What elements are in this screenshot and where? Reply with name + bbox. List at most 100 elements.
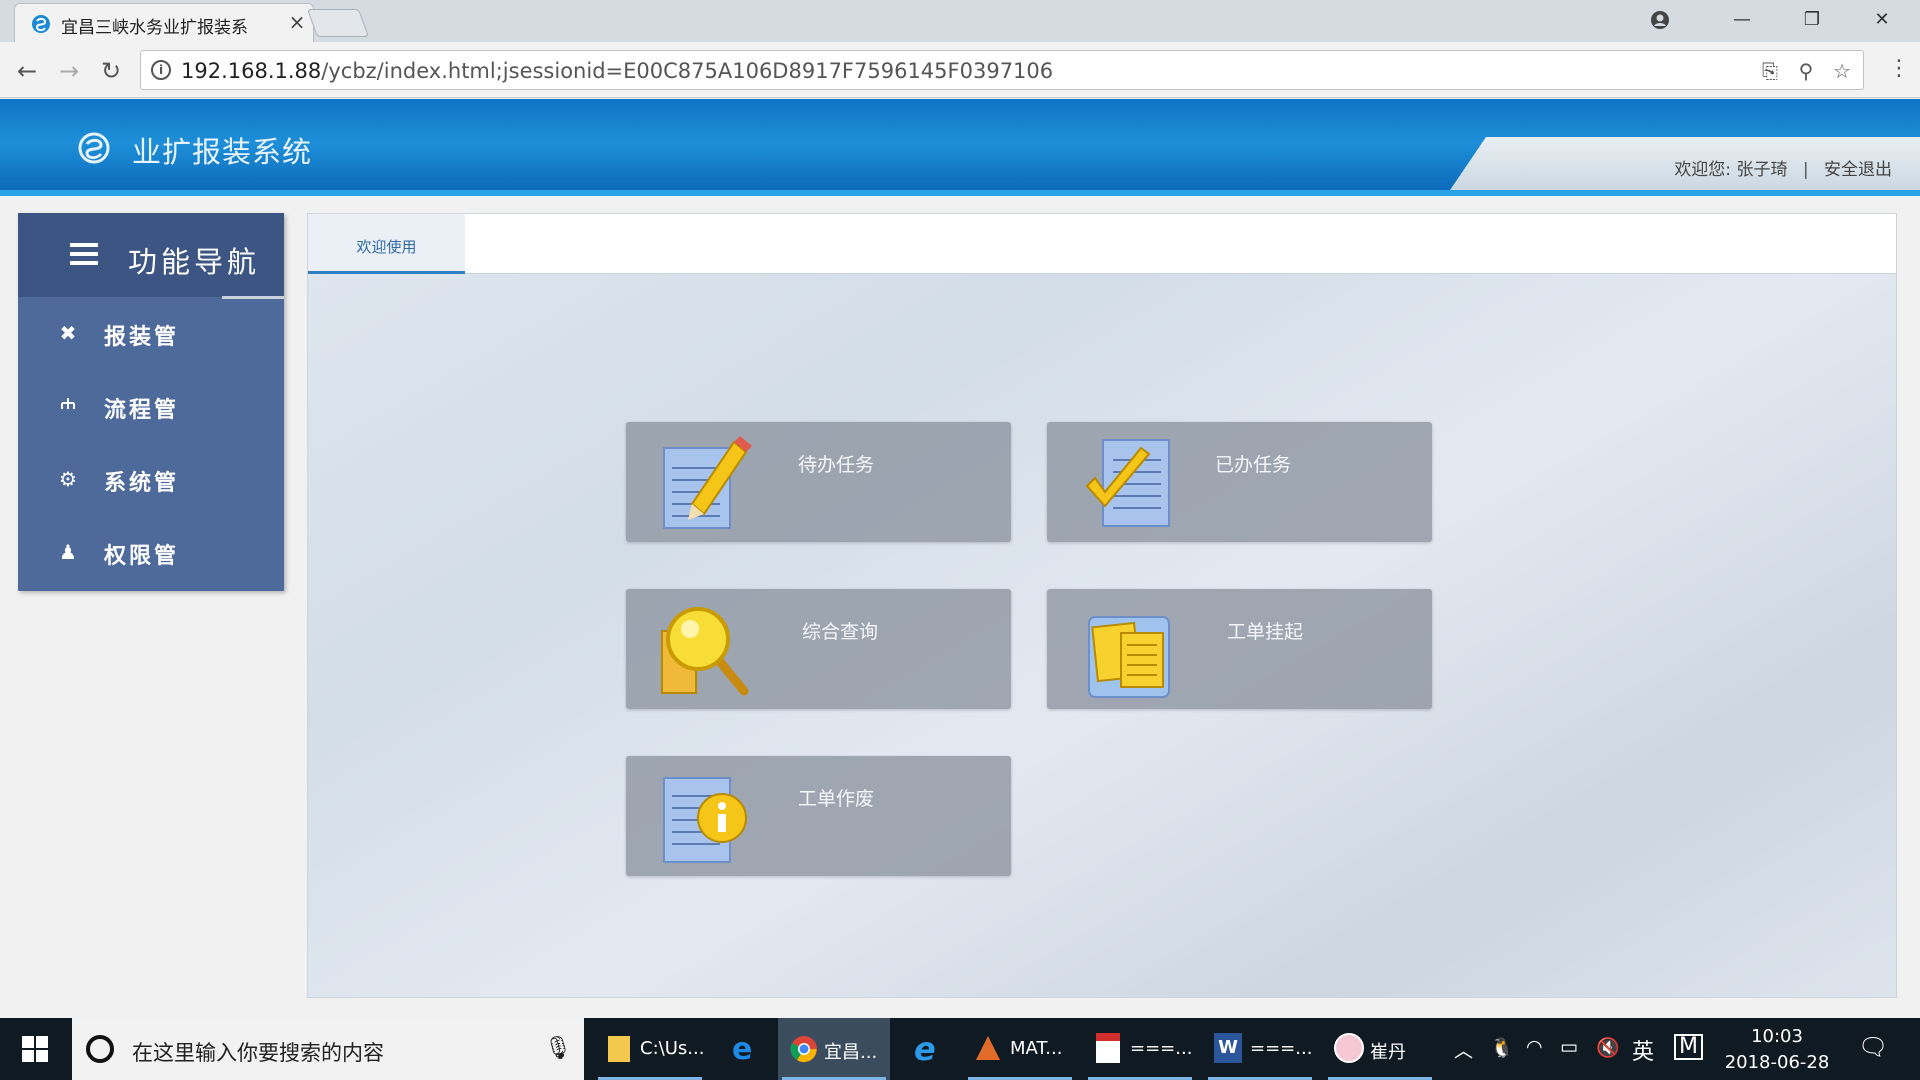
taskbar-app-label: 宜昌... — [824, 1042, 878, 1063]
ime-indicator[interactable]: 英 — [1632, 1034, 1654, 1066]
window-controls: — ❐ ✕ — [1640, 0, 1920, 42]
battery-icon[interactable]: ▭ — [1560, 1036, 1578, 1058]
app-header: 业扩报装系统 欢迎您: 张子琦 | 安全退出 — [0, 99, 1920, 196]
chrome-icon — [790, 1036, 817, 1063]
translate-icon[interactable]: ⎘ — [1757, 58, 1783, 84]
sidebar-header[interactable]: 功能导航 — [18, 213, 284, 299]
site-favicon-icon — [32, 15, 50, 33]
void-order-icon — [663, 777, 747, 863]
sidebar-item-label: 系统管 — [104, 471, 180, 496]
browser-tab-title: 宜昌三峡水务业扩报装系 — [61, 18, 248, 38]
edge-icon: e — [732, 1032, 753, 1067]
welcome-user: 欢迎您: 张子琦 — [1674, 160, 1788, 180]
header-separator: | — [1802, 160, 1809, 180]
tray-chevron-icon[interactable]: ︿ — [1454, 1036, 1473, 1063]
word-icon: W — [1214, 1033, 1242, 1063]
menu-icon[interactable]: ⋮ — [1888, 56, 1910, 86]
url-text[interactable]: 192.168.1.88/ycbz/index.html;jsessionid=… — [181, 59, 1053, 83]
taskbar-app-explorer[interactable]: C:\Us... — [594, 1018, 706, 1080]
taskbar-app-word[interactable]: W ===... — [1204, 1018, 1316, 1080]
tile-query[interactable]: 综合查询 — [626, 589, 1011, 709]
tile-done-tasks[interactable]: 已办任务 — [1047, 422, 1432, 542]
zoom-icon[interactable]: ⚲ — [1793, 58, 1819, 84]
back-icon[interactable]: ← — [12, 56, 42, 86]
sidebar-item-label: 报装管 — [104, 325, 180, 350]
taskbar-app-matlab[interactable]: MAT... — [964, 1018, 1076, 1080]
logout-link[interactable]: 安全退出 — [1824, 160, 1892, 180]
tile-label: 待办任务 — [798, 454, 875, 476]
pending-task-icon — [663, 436, 752, 529]
tab-welcome-label: 欢迎使用 — [356, 238, 417, 256]
browser-tab[interactable]: 宜昌三峡水务业扩报装系 × — [14, 3, 314, 43]
taskbar-app-label: C:\Us... — [640, 1038, 705, 1059]
tile-label: 工单挂起 — [1227, 621, 1304, 643]
matlab-icon — [976, 1036, 1000, 1060]
sidebar-item-label: 权限管 — [104, 544, 180, 569]
profile-icon[interactable] — [1640, 4, 1680, 36]
user-key-icon: ♟ — [59, 540, 77, 564]
taskbar-app-edge[interactable]: e — [718, 1018, 774, 1080]
taskbar-search-input[interactable]: 在这里输入你要搜索的内容 🎙 — [72, 1018, 584, 1080]
tile-pending-tasks[interactable]: 待办任务 — [626, 422, 1011, 542]
clock-time: 10:03 — [1751, 1026, 1803, 1047]
tray-qq-icon[interactable]: 🐧 — [1490, 1036, 1514, 1059]
wifi-icon[interactable]: ◠ — [1526, 1036, 1543, 1058]
sidebar-item-system[interactable]: ⚙ 系统管 — [18, 443, 284, 516]
address-bar[interactable]: i 192.168.1.88/ycbz/index.html;jsessioni… — [140, 50, 1864, 90]
taskbar-app-label: MAT... — [1010, 1038, 1063, 1059]
taskbar-search-placeholder: 在这里输入你要搜索的内容 — [132, 1041, 384, 1065]
taskbar-app-chrome[interactable]: 宜昌... — [778, 1018, 890, 1080]
tile-label: 综合查询 — [802, 621, 879, 643]
tile-suspend[interactable]: 工单挂起 — [1047, 589, 1432, 709]
hamburger-menu-icon[interactable] — [70, 243, 98, 265]
ime-mode-indicator[interactable]: M — [1674, 1034, 1703, 1060]
taskbar-app-ie[interactable]: e — [902, 1018, 958, 1080]
taskbar-app-chat[interactable]: 崔丹 — [1324, 1018, 1436, 1080]
minimize-icon[interactable]: — — [1722, 4, 1762, 36]
gear-icon: ⚙ — [59, 467, 77, 491]
forward-icon[interactable]: → — [54, 56, 84, 86]
user-area: 欢迎您: 张子琦 | 安全退出 — [1446, 137, 1920, 196]
cortana-icon — [86, 1035, 114, 1063]
wrench-icon: ✖ — [59, 321, 77, 345]
content-tab-bar: 欢迎使用 — [308, 214, 1896, 274]
windows-start-button[interactable] — [0, 1018, 70, 1080]
chat-avatar-icon — [1334, 1033, 1364, 1063]
done-task-icon — [1085, 439, 1170, 527]
os-taskbar: 在这里输入你要搜索的内容 🎙 C:\Us... e 宜昌... e MAT...… — [0, 1018, 1920, 1080]
sidebar-item-permission[interactable]: ♟ 权限管 — [18, 516, 284, 589]
info-icon[interactable]: i — [151, 60, 171, 80]
taskbar-clock[interactable]: 10:03 2018-06-28 — [1712, 1024, 1842, 1076]
suspend-order-icon — [1088, 616, 1170, 698]
clock-date: 2018-06-28 — [1724, 1052, 1830, 1073]
tab-close-icon[interactable]: × — [285, 10, 309, 34]
windows-logo-icon — [22, 1036, 48, 1062]
close-icon[interactable]: ✕ — [1862, 4, 1902, 36]
notification-center-icon[interactable]: 🗨 — [1858, 1033, 1888, 1061]
bookmark-star-icon[interactable]: ☆ — [1829, 58, 1855, 84]
app-title: 业扩报装系统 — [132, 135, 313, 169]
taskbar-app-pdf[interactable]: ===... — [1084, 1018, 1196, 1080]
maximize-icon[interactable]: ❐ — [1792, 4, 1832, 36]
reload-icon[interactable]: ↻ — [96, 56, 126, 86]
app-logo-icon — [78, 132, 110, 164]
url-path: /ycbz/index.html;jsessionid=E00C875A106D… — [321, 59, 1054, 83]
tile-label: 工单作废 — [798, 788, 875, 810]
sidebar-item-report[interactable]: ✖ 报装管 — [18, 297, 284, 370]
microphone-icon[interactable]: 🎙 — [544, 1036, 572, 1061]
search-query-icon — [661, 607, 749, 696]
volume-muted-icon[interactable]: 🔇 — [1596, 1036, 1620, 1059]
browser-tab-strip: 宜昌三峡水务业扩报装系 × — ❐ ✕ — [0, 0, 1920, 43]
taskbar-app-label: 崔丹 — [1370, 1042, 1406, 1063]
new-tab-button[interactable] — [306, 9, 370, 37]
taskbar-app-label: ===... — [1250, 1038, 1313, 1059]
browser-toolbar: ← → ↻ i 192.168.1.88/ycbz/index.html;jse… — [0, 42, 1920, 98]
sidebar-item-flow[interactable]: 流程管 — [18, 370, 284, 443]
ie-icon: e — [914, 1030, 936, 1068]
sidebar-nav: 功能导航 ✖ 报装管 流程管 ⚙ 系统管 ♟ 权限管 — [18, 213, 284, 591]
tab-welcome[interactable]: 欢迎使用 — [308, 214, 465, 274]
folder-icon — [608, 1036, 630, 1062]
sidebar-item-label: 流程管 — [104, 398, 180, 423]
tile-void[interactable]: 工单作废 — [626, 756, 1011, 876]
main-content: 欢迎使用 待办任务 已办任务 综合查询 工单挂起 工单作废 — [307, 213, 1897, 998]
